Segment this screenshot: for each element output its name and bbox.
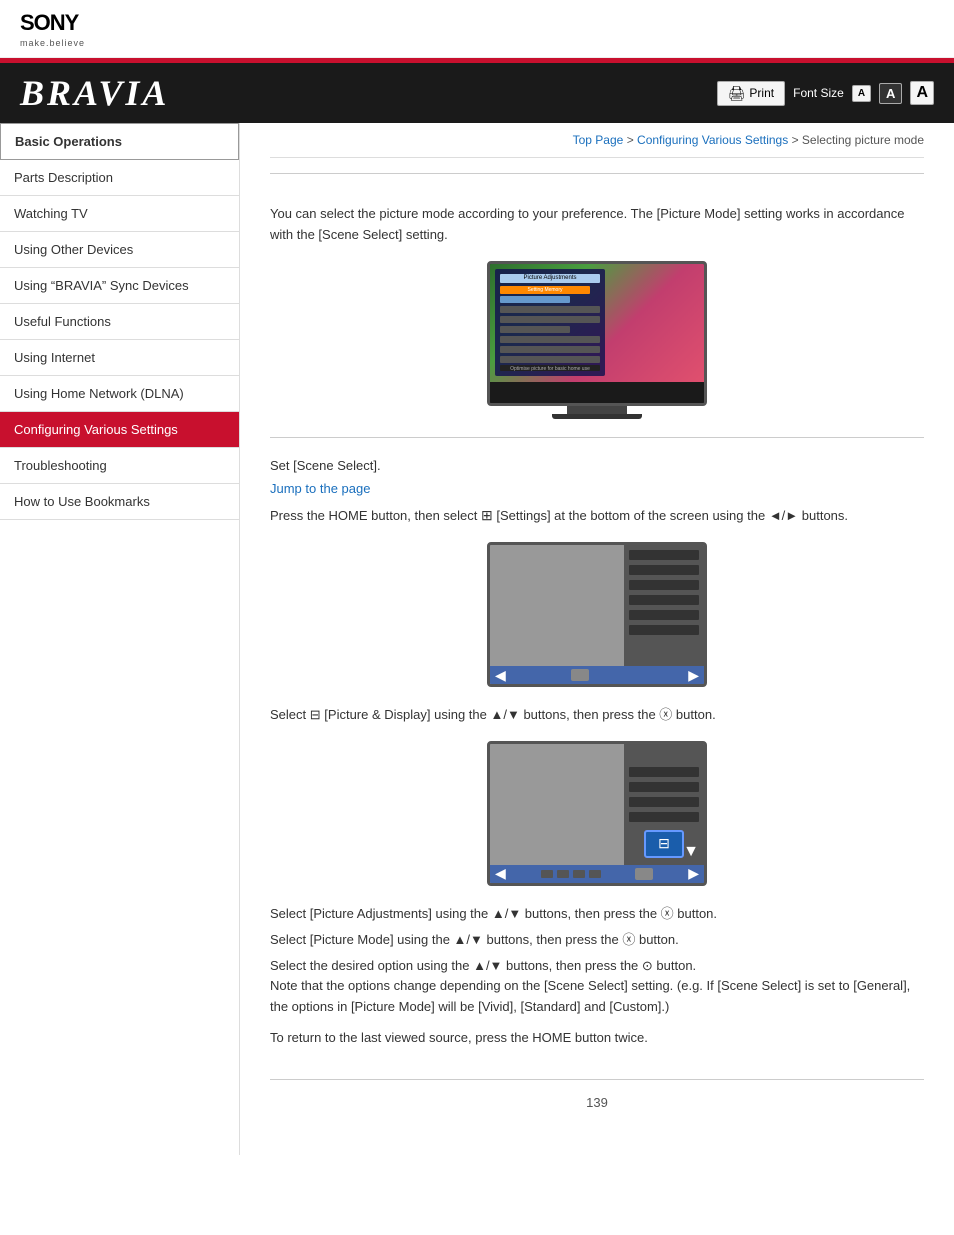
settings-bottom-bar-1: ◀ ▶ — [490, 666, 704, 684]
font-medium-button[interactable]: A — [879, 83, 902, 104]
breadcrumb-current: Selecting picture mode — [802, 133, 924, 147]
step-1-container: Set [Scene Select]. Jump to the page — [270, 456, 924, 497]
sidebar-item-using-bravia-sync[interactable]: Using “BRAVIA” Sync Devices — [0, 268, 239, 304]
breadcrumb-sep1: > — [627, 133, 637, 147]
sony-tagline: make.believe — [20, 38, 85, 48]
tv-screen-1: Picture Adjustments Setting Memory Optim… — [487, 261, 707, 406]
settings2-right-panel — [624, 744, 704, 883]
breadcrumb-top-page[interactable]: Top Page — [573, 133, 624, 147]
settings2-bottom-bar: ◀ ▶ — [490, 865, 704, 883]
brand-bar: BRAVIA 🖨 Print Font Size A A A — [0, 63, 954, 123]
print-label: Print — [749, 86, 774, 100]
settings-icon-1 — [571, 669, 589, 681]
arrow-left-icon-1: ◀ — [495, 667, 506, 684]
arrow-right-icon-1: ▶ — [688, 667, 699, 684]
step3-text: Select ⊟ [Picture & Display] using the ▲… — [270, 705, 924, 726]
top-header: SONY make.believe — [0, 0, 954, 58]
settings-mock-2: ▲ ⊟ ▼ ◀ — [487, 741, 707, 889]
picture-display-icon: ⊟ — [310, 707, 321, 722]
sidebar-item-using-home-network[interactable]: Using Home Network (DLNA) — [0, 376, 239, 412]
sidebar-item-how-to-use-bookmarks[interactable]: How to Use Bookmarks — [0, 484, 239, 520]
sidebar-item-using-other-devices[interactable]: Using Other Devices — [0, 232, 239, 268]
sidebar-item-troubleshooting[interactable]: Troubleshooting — [0, 448, 239, 484]
down-arrow-icon: ▼ — [683, 843, 699, 861]
step6-text: Select the desired option using the ▲/▼ … — [270, 956, 924, 1018]
settings-right-panel-1 — [624, 545, 704, 684]
settings2-highlighted-item: ⊟ — [644, 830, 684, 858]
step-3-container: Select ⊟ [Picture & Display] using the ▲… — [270, 705, 924, 726]
divider-2 — [270, 437, 924, 438]
sidebar-item-parts-description[interactable]: Parts Description — [0, 160, 239, 196]
settings-screen-2: ▲ ⊟ ▼ ◀ — [487, 741, 707, 886]
intro-section: You can select the picture mode accordin… — [270, 204, 924, 246]
font-large-button[interactable]: A — [910, 81, 934, 105]
toolbar-right: 🖨 Print Font Size A A A — [717, 81, 934, 106]
settings-screen-1: ◀ ▶ — [487, 542, 707, 687]
step2-text: Press the HOME button, then select ⊞ [Se… — [270, 504, 924, 527]
sidebar-item-configuring-various-settings[interactable]: Configuring Various Settings — [0, 412, 239, 448]
settings-mock-1: ◀ ▶ — [487, 542, 707, 690]
tv-image-1: Picture Adjustments Setting Memory Optim… — [270, 261, 924, 419]
steps-container: Select [Picture Adjustments] using the ▲… — [270, 904, 924, 1049]
sidebar: Basic Operations Parts Description Watch… — [0, 123, 240, 1155]
sidebar-item-useful-functions[interactable]: Useful Functions — [0, 304, 239, 340]
font-size-label: Font Size — [793, 86, 844, 100]
main-layout: Basic Operations Parts Description Watch… — [0, 123, 954, 1155]
breadcrumb: Top Page > Configuring Various Settings … — [270, 133, 924, 158]
settings-icon-inline: ⊞ — [481, 507, 493, 523]
tv-menu-overlay-1: Picture Adjustments Setting Memory Optim… — [495, 269, 605, 376]
page-number: 139 — [586, 1095, 608, 1110]
divider-1 — [270, 173, 924, 174]
step1-label: Set [Scene Select]. — [270, 456, 924, 477]
step4-text: Select [Picture Adjustments] using the ▲… — [270, 904, 924, 925]
breadcrumb-configuring[interactable]: Configuring Various Settings — [637, 133, 788, 147]
settings-image-1: ◀ ▶ — [270, 542, 924, 690]
tv-mock-1: Picture Adjustments Setting Memory Optim… — [487, 261, 707, 419]
content-area: Top Page > Configuring Various Settings … — [240, 123, 954, 1155]
font-small-button[interactable]: A — [852, 85, 871, 102]
intro-paragraph: You can select the picture mode accordin… — [270, 204, 924, 246]
page-footer: 139 — [270, 1079, 924, 1125]
print-button[interactable]: 🖨 Print — [717, 81, 785, 106]
step-2-container: Press the HOME button, then select ⊞ [Se… — [270, 504, 924, 527]
print-icon: 🖨 — [728, 85, 746, 102]
step5-text: Select [Picture Mode] using the ▲/▼ butt… — [270, 930, 924, 951]
sidebar-item-basic-operations[interactable]: Basic Operations — [0, 123, 239, 160]
picture-display-icon-2: ⊟ — [658, 835, 670, 852]
settings-icons-row — [541, 870, 601, 878]
tv-screen-inner-1: Picture Adjustments Setting Memory Optim… — [490, 264, 704, 382]
sony-logo: SONY — [20, 12, 934, 34]
arrow-left-icon-2: ◀ — [495, 865, 506, 882]
arrow-right-icon-2: ▶ — [688, 865, 699, 882]
settings-home-icon — [635, 868, 653, 880]
settings-image-2: ▲ ⊟ ▼ ◀ — [270, 741, 924, 889]
bravia-logo: BRAVIA — [20, 72, 169, 114]
sidebar-item-using-internet[interactable]: Using Internet — [0, 340, 239, 376]
breadcrumb-sep2: > — [792, 133, 802, 147]
step1-link[interactable]: Jump to the page — [270, 481, 370, 496]
sidebar-item-watching-tv[interactable]: Watching TV — [0, 196, 239, 232]
step7-text: To return to the last viewed source, pre… — [270, 1028, 924, 1049]
